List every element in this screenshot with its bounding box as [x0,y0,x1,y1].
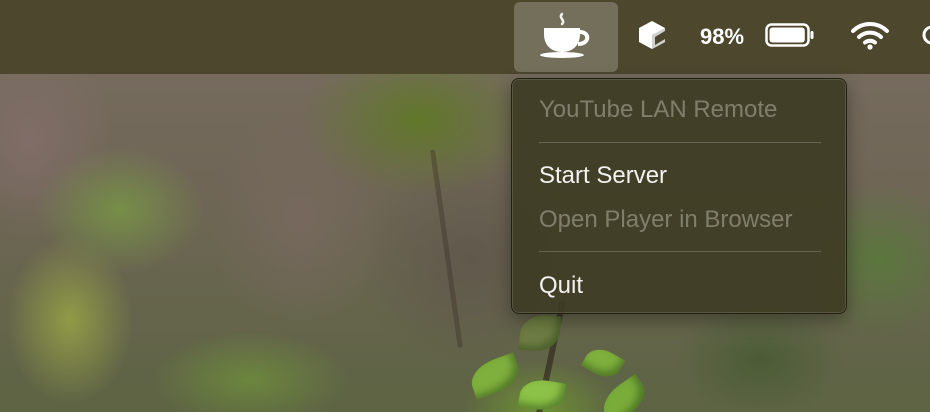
battery-icon [765,22,815,52]
battery-status-item[interactable] [764,0,816,74]
coffee-cup-icon [536,10,596,65]
status-item-dropdown-menu: YouTube LAN Remote Start Server Open Pla… [511,78,847,314]
wallpaper-leaf [517,376,567,412]
menu-separator [539,142,821,143]
wallpaper-leaf [466,352,524,400]
wallpaper-leaf [595,373,653,412]
wifi-icon [850,20,890,55]
menu-item-start-server[interactable]: Start Server [539,161,667,191]
box-icon [637,19,667,56]
wifi-status-item[interactable] [848,0,892,74]
partial-status-item[interactable] [918,0,930,74]
menu-item-open-player-in-browser: Open Player in Browser [539,206,793,233]
menu-header-app-name: YouTube LAN Remote [539,96,778,123]
menu-item-quit[interactable]: Quit [539,271,583,301]
clipped-icon [918,20,930,55]
box-status-item[interactable] [628,0,676,74]
battery-percentage: 98% [700,24,745,49]
wallpaper-leaf [580,342,626,384]
menu-separator [539,251,821,252]
youtube-lan-remote-status-item[interactable] [514,2,618,72]
desktop-screen: 98% YouTube LAN Remote Start Server Open… [0,0,930,412]
wallpaper-branch [430,149,463,349]
battery-level-fill [769,27,805,42]
menu-bar: 98% [0,0,930,74]
